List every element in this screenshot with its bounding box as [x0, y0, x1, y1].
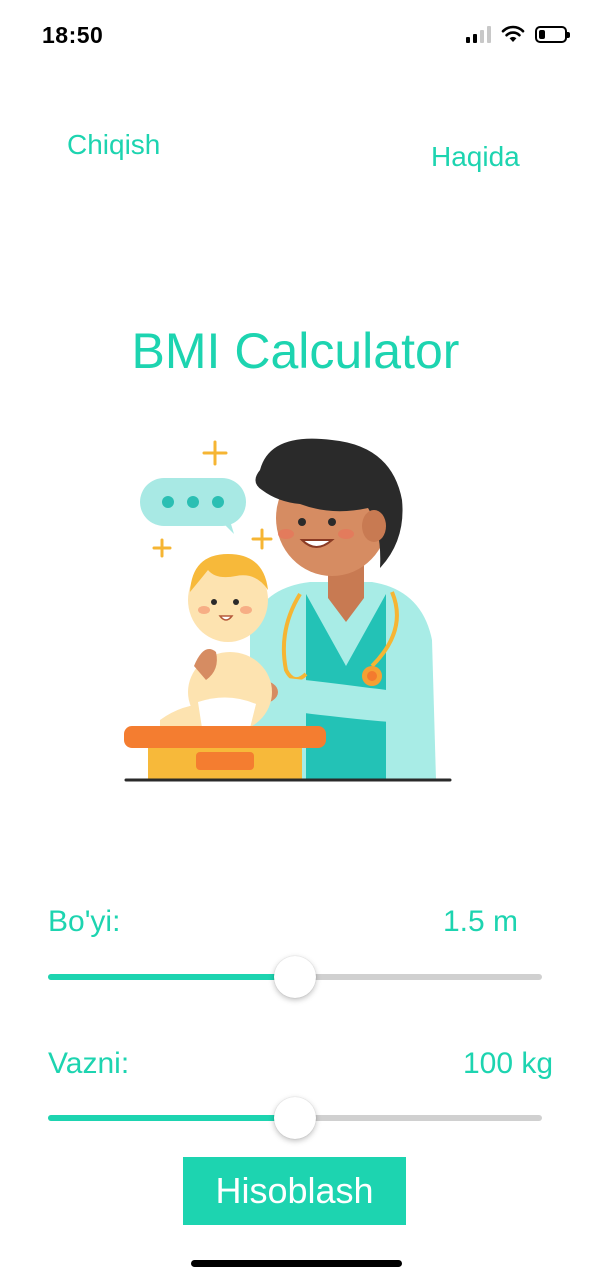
slider-track-fill — [48, 1115, 295, 1121]
weight-label: Vazni: — [48, 1047, 130, 1080]
slider-track-fill — [48, 974, 295, 980]
baby-scale-icon — [124, 726, 326, 780]
slider-thumb[interactable] — [274, 1097, 316, 1139]
weight-slider[interactable] — [48, 1097, 542, 1141]
doctor-with-baby-illustration — [124, 438, 452, 782]
cellular-signal-icon — [466, 25, 491, 43]
height-slider[interactable] — [48, 956, 542, 1000]
slider-thumb[interactable] — [274, 956, 316, 998]
speech-bubble-icon — [140, 478, 246, 534]
status-icons — [466, 25, 570, 43]
status-time: 18:50 — [42, 22, 104, 48]
calculate-button[interactable]: Hisoblash — [183, 1157, 406, 1225]
home-indicator — [191, 1260, 402, 1267]
weight-value: 100 kg — [463, 1047, 554, 1080]
height-value: 1.5 m — [443, 905, 519, 938]
height-label: Bo'yi: — [48, 905, 121, 938]
battery-icon — [535, 25, 570, 43]
wifi-icon — [501, 25, 525, 42]
about-link[interactable]: Haqida — [431, 141, 520, 173]
exit-link[interactable]: Chiqish — [67, 129, 160, 161]
page-title: BMI Calculator — [131, 323, 460, 379]
